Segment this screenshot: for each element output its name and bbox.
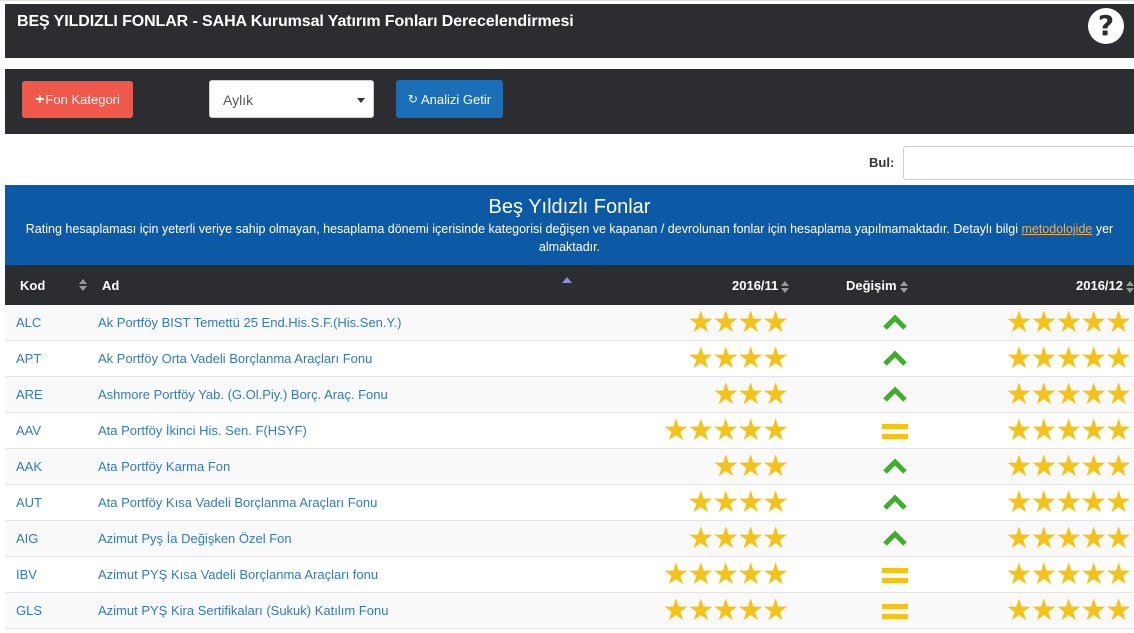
period-select[interactable]: Aylık	[209, 80, 374, 118]
table-row: GLS Azimut PYŞ Kira Sertifikaları (Sukuk)…	[5, 593, 1134, 629]
sort-both-icon	[1126, 280, 1134, 293]
rating-stars-period2: ★★★★★	[1005, 521, 1132, 556]
column-header-period2[interactable]: 2016/12	[1076, 278, 1134, 293]
chevron-up-icon	[882, 529, 908, 549]
title-bar: BEŞ YILDIZLI FONLAR - SAHA Kurumsal Yatı…	[5, 4, 1134, 58]
search-label: Bul:	[869, 155, 895, 170]
rating-stars-period2: ★★★★★	[1005, 305, 1132, 340]
column-label-ad: Ad	[102, 278, 120, 293]
rating-stars-period1: ★★★★	[687, 341, 789, 376]
table-row: AIG Azimut Pyş İa Değişken Özel Fon ★★★★ ★★…	[5, 521, 1134, 557]
column-label-change: Değişim	[846, 278, 897, 293]
fon-kategori-label: Fon Kategori	[45, 92, 120, 107]
rating-stars-period2: ★★★★★	[1005, 593, 1132, 628]
sort-both-icon[interactable]	[79, 279, 87, 291]
sort-asc-icon[interactable]	[562, 277, 572, 283]
question-circle-icon[interactable]: ?	[1088, 8, 1124, 44]
metodoloji-link[interactable]: metodolojide	[1021, 222, 1092, 236]
table-row: APT Ak Portföy Orta Vadeli Borçlanma Araç…	[5, 341, 1134, 377]
column-header-period1[interactable]: 2016/11	[732, 278, 790, 293]
rating-stars-period1: ★★★	[712, 449, 789, 484]
rating-stars-period1: ★★★	[712, 377, 789, 412]
fund-code-link[interactable]: ARE	[16, 387, 43, 402]
rating-stars-period2: ★★★★★	[1005, 413, 1132, 448]
fund-code-link[interactable]: AAV	[16, 423, 41, 438]
fund-name-link[interactable]: Ata Portföy İkinci His. Sen. F(HSYF)	[98, 423, 307, 438]
fund-code-link[interactable]: GLS	[16, 603, 42, 618]
column-label-kod: Kod	[20, 278, 46, 293]
panel-description-before: Rating hesaplaması için yeterli veriye s…	[25, 222, 1022, 236]
fund-name-link[interactable]: Azimut PYŞ Kira Sertifikaları (Sukuk) Ka…	[98, 603, 388, 618]
chevron-up-icon	[882, 313, 908, 333]
column-header-kod[interactable]: Kod	[20, 278, 45, 293]
rating-stars-period1: ★★★★	[687, 305, 789, 340]
rating-stars-period2: ★★★★★	[1005, 449, 1132, 484]
table-row: AUT Ata Portföy Kısa Vadeli Borçlanma Ara…	[5, 485, 1134, 521]
column-label-period1: 2016/11	[732, 278, 779, 293]
period-select-value: Aylık	[223, 92, 254, 108]
equals-icon	[882, 601, 908, 621]
fund-code-link[interactable]: APT	[16, 351, 41, 366]
table-header: Kod Ad 2016/11 Değişim 2016/12	[5, 265, 1134, 305]
equals-icon	[882, 565, 908, 585]
rating-stars-period2: ★★★★★	[1005, 341, 1132, 376]
search-input[interactable]	[903, 146, 1134, 180]
sort-both-icon	[899, 280, 908, 293]
refresh-icon: ↻	[407, 92, 418, 106]
analizi-getir-button[interactable]: ↻ Analizi Getir	[396, 80, 503, 118]
plus-icon: +	[35, 90, 45, 108]
rating-stars-period1: ★★★★★	[662, 413, 789, 448]
chevron-up-icon	[882, 349, 908, 369]
table-row: AAV Ata Portföy İkinci His. Sen. F(HSYF) ★…	[5, 413, 1134, 449]
table-row: IBV Azimut PYŞ Kısa Vadeli Borçlanma Araç…	[5, 557, 1134, 593]
chevron-up-icon	[882, 493, 908, 513]
info-panel: Beş Yıldızlı Fonlar Rating hesaplaması i…	[5, 185, 1134, 265]
column-header-ad[interactable]: Ad	[102, 278, 119, 293]
table-body: ALC Ak Portföy BIST Temettü 25 End.His.S.…	[5, 305, 1134, 629]
fund-code-link[interactable]: AUT	[16, 495, 42, 510]
fon-kategori-button[interactable]: + Fon Kategori	[22, 81, 133, 118]
table-row: ARE Ashmore Portföy Yab. (G.Ol.Piy.) Borç…	[5, 377, 1134, 413]
rating-stars-period1: ★★★★★	[662, 557, 789, 592]
rating-stars-period2: ★★★★★	[1005, 485, 1132, 520]
column-label-period2: 2016/12	[1076, 278, 1123, 293]
fund-code-link[interactable]: AAK	[16, 459, 42, 474]
panel-description: Rating hesaplaması için yeterli veriye s…	[5, 220, 1134, 256]
fund-name-link[interactable]: Ak Portföy BIST Temettü 25 End.His.S.F.(…	[98, 315, 401, 330]
fund-name-link[interactable]: Azimut Pyş İa Değişken Özel Fon	[98, 531, 292, 546]
fund-name-link[interactable]: Ashmore Portföy Yab. (G.Ol.Piy.) Borç. A…	[98, 387, 388, 402]
rating-stars-period2: ★★★★★	[1005, 377, 1132, 412]
rating-stars-period1: ★★★★	[687, 485, 789, 520]
fund-name-link[interactable]: Ak Portföy Orta Vadeli Borçlanma Araçlar…	[98, 351, 372, 366]
panel-heading: Beş Yıldızlı Fonlar	[488, 196, 651, 218]
caret-down-icon	[357, 98, 365, 103]
fund-name-link[interactable]: Ata Portföy Karma Fon	[98, 459, 230, 474]
sort-both-icon	[781, 280, 790, 293]
rating-stars-period2: ★★★★★	[1005, 557, 1132, 592]
fund-code-link[interactable]: IBV	[16, 567, 37, 582]
toolbar: + Fon Kategori Aylık ↻ Analizi Getir	[5, 69, 1134, 134]
fund-code-link[interactable]: AIG	[16, 531, 38, 546]
page-title: BEŞ YILDIZLI FONLAR - SAHA Kurumsal Yatı…	[17, 13, 574, 30]
fund-name-link[interactable]: Ata Portföy Kısa Vadeli Borçlanma Araçla…	[98, 495, 377, 510]
rating-stars-period1: ★★★★	[687, 521, 789, 556]
table-row: ALC Ak Portföy BIST Temettü 25 End.His.S.…	[5, 305, 1134, 341]
fund-code-link[interactable]: ALC	[16, 315, 41, 330]
equals-icon	[882, 421, 908, 441]
column-header-change[interactable]: Değişim	[846, 278, 908, 293]
table-row: AAK Ata Portföy Karma Fon ★★★ ★★★★★	[5, 449, 1134, 485]
chevron-up-icon	[882, 385, 908, 405]
rating-stars-period1: ★★★★★	[662, 593, 789, 628]
fund-name-link[interactable]: Azimut PYŞ Kısa Vadeli Borçlanma Araçlar…	[98, 567, 378, 582]
analizi-getir-label: Analizi Getir	[420, 91, 492, 107]
chevron-up-icon	[882, 457, 908, 477]
